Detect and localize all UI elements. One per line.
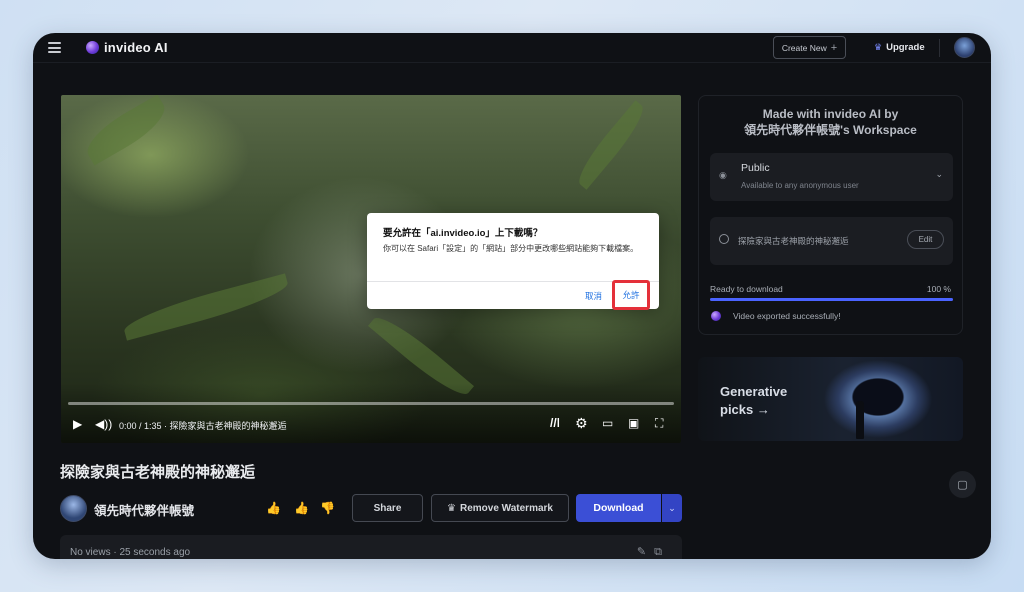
ready-label: Ready to download: [710, 284, 783, 294]
copy-icon[interactable]: ⧉: [654, 546, 670, 558]
remove-watermark-label: Remove Watermark: [459, 502, 553, 514]
divider: [939, 39, 940, 57]
history-card: 探險家與古老神殿的神秘邂逅 Edit: [710, 217, 953, 265]
upgrade-button[interactable]: ♛ Upgrade: [874, 42, 925, 53]
share-button[interactable]: Share: [352, 494, 423, 522]
share-label: Share: [373, 502, 402, 514]
eye-icon: ◉: [719, 170, 727, 180]
pip-icon[interactable]: ▣: [628, 415, 639, 431]
crown-icon: ♛: [874, 42, 883, 52]
top-bar: invideo AI Create New + ♛ Upgrade: [33, 33, 991, 63]
download-button[interactable]: Download: [576, 494, 661, 522]
create-new-label: Create New: [781, 42, 827, 53]
generative-picks-card[interactable]: Generative picks →: [698, 357, 963, 441]
video-title: 探險家與古老神殿的神秘邂逅: [60, 464, 256, 481]
channel-name[interactable]: 領先時代夥伴帳號: [94, 500, 194, 519]
download-progress-fill: [710, 298, 953, 301]
chat-icon[interactable]: ▢: [949, 471, 976, 498]
logo-icon: [711, 311, 721, 321]
panel-title: Made with invideo AI by 領先時代夥伴帳號's Works…: [699, 106, 962, 138]
airplay-icon[interactable]: ▭: [602, 415, 613, 431]
workspace-panel: Made with invideo AI by 領先時代夥伴帳號's Works…: [698, 95, 963, 335]
allow-label: 允許: [622, 290, 640, 300]
foliage: [120, 273, 292, 341]
chevron-down-icon: ⌄: [935, 169, 943, 179]
dialog-message: 你可以在 Safari「設定」的「網站」部分中更改哪些網站能夠下載檔案。: [383, 244, 639, 253]
download-options-button[interactable]: ⌄: [662, 494, 682, 522]
volume-icon[interactable]: ◀)): [95, 416, 112, 432]
foliage: [79, 95, 173, 166]
edit-button[interactable]: Edit: [907, 230, 944, 249]
panel-title-line1: Made with invideo AI by: [762, 107, 899, 121]
download-percent: 100 %: [926, 284, 951, 294]
crown-icon: ♛: [447, 502, 456, 514]
stats-text: No views · 25 seconds ago: [70, 547, 191, 558]
brand-name[interactable]: invideo AI: [104, 40, 168, 55]
super-like-icon[interactable]: 👍: [266, 501, 281, 515]
dislike-icon[interactable]: 👎: [320, 501, 335, 515]
panel-title-line2: 領先時代夥伴帳號's Workspace: [744, 123, 917, 137]
plus-icon: +: [830, 41, 838, 54]
video-stats: No views · 25 seconds ago ✎⧉: [60, 535, 682, 559]
pencil-icon[interactable]: ✎: [637, 546, 654, 558]
remove-watermark-button[interactable]: ♛ Remove Watermark: [431, 494, 569, 522]
cancel-button[interactable]: 取消: [585, 290, 602, 302]
app-window: invideo AI Create New + ♛ Upgrade ▶ ◀)) …: [33, 33, 991, 559]
visibility-dropdown[interactable]: ◉ Public Available to any anonymous user…: [710, 153, 953, 201]
like-icon[interactable]: 👍: [294, 501, 309, 515]
user-avatar[interactable]: [954, 37, 975, 58]
visibility-description: Available to any anonymous user: [741, 181, 859, 190]
allow-button[interactable]: 允許: [612, 280, 650, 310]
upgrade-label: Upgrade: [886, 42, 925, 53]
generative-picks-title: Generative picks →: [720, 383, 787, 419]
video-controls: ▶ ◀)) 0:00 / 1:35 · 探險家與古老神殿的神秘邂逅 //ǀ ⚙ …: [61, 415, 681, 439]
dialog-title: 要允許在「ai.invideo.io」上下載嗎？: [383, 228, 543, 239]
download-label: Download: [593, 502, 644, 514]
video-progress-bar[interactable]: [68, 402, 674, 405]
visibility-label: Public: [741, 162, 770, 174]
play-icon[interactable]: ▶: [73, 416, 82, 432]
chevron-down-icon: ⌄: [668, 502, 676, 513]
menu-icon[interactable]: [48, 42, 61, 53]
silhouette-figure: [856, 401, 864, 439]
history-title: 探險家與古老神殿的神秘邂逅: [738, 236, 849, 246]
create-new-button[interactable]: Create New +: [773, 36, 846, 59]
promo-line1: Generative: [720, 384, 788, 399]
download-progress: [710, 298, 953, 301]
edit-label: Edit: [918, 235, 933, 244]
fullscreen-icon[interactable]: ⛶: [655, 415, 663, 431]
stats-actions: ✎⧉: [637, 545, 670, 559]
promo-line2: picks →: [720, 402, 770, 417]
foliage: [571, 100, 651, 190]
logo-icon: [86, 41, 99, 54]
gear-icon[interactable]: ⚙: [575, 415, 588, 431]
time-label: 0:00 / 1:35 · 探險家與古老神殿的神秘邂逅: [119, 421, 287, 431]
clock-icon: [719, 234, 729, 244]
export-status: Video exported successfully!: [733, 311, 841, 321]
channel-avatar[interactable]: [60, 495, 87, 522]
captions-icon[interactable]: //ǀ: [550, 415, 560, 431]
